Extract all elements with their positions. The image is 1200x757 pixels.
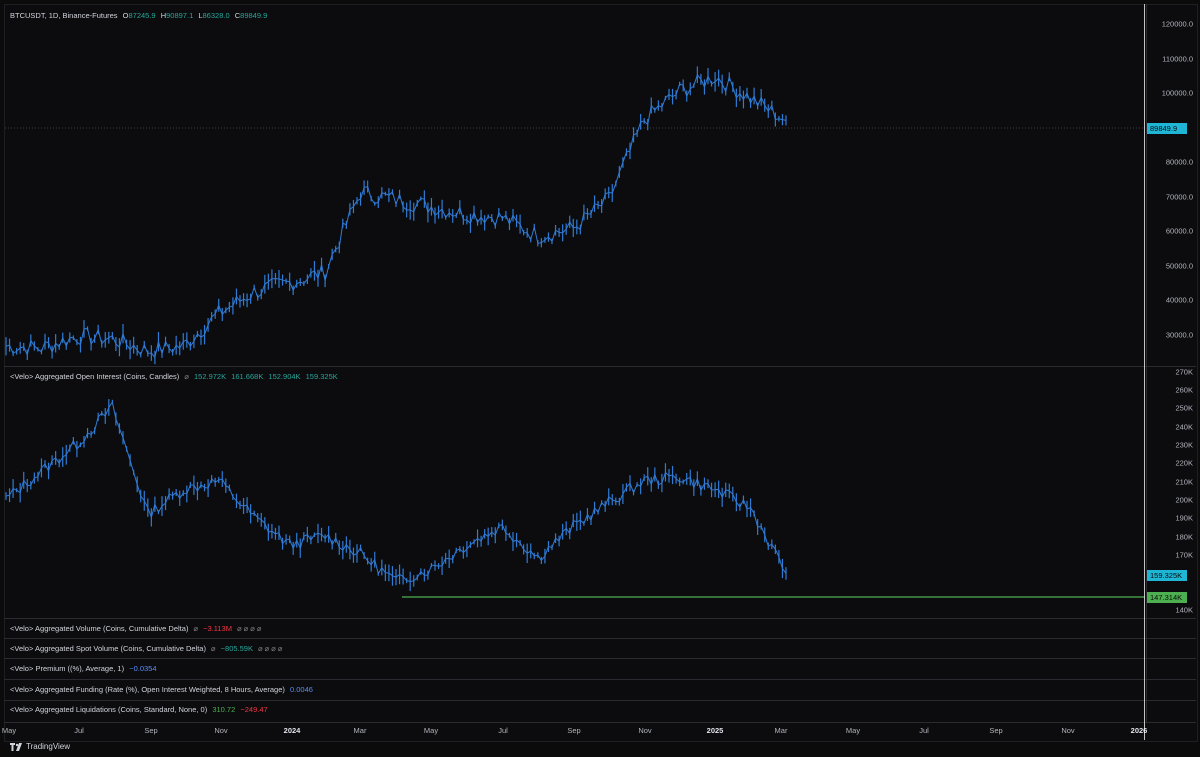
oi-tick: 140K (1175, 605, 1193, 615)
indicator-axis[interactable] (1146, 619, 1197, 722)
oi-title[interactable]: <Velo> Aggregated Open Interest (Coins, … (10, 372, 179, 381)
last-price-badge: 89849.9 (1147, 123, 1187, 134)
time-tick: Jul (498, 726, 508, 735)
series-line (5, 73, 787, 359)
oi-tick: 270K (1175, 367, 1193, 377)
time-tick: Sep (989, 726, 1003, 735)
indicator-value-2: −249.47 (240, 705, 268, 714)
price-series (5, 66, 787, 365)
indicator-trail: ⌀ ⌀ ⌀ ⌀ (258, 644, 283, 653)
price-tick: 110000.0 (1162, 54, 1193, 64)
time-tick: May (423, 726, 439, 735)
price-axis[interactable]: 120000.0 110000.0 100000.0 80000.0 70000… (1146, 4, 1197, 366)
hidden-eye-icon[interactable]: ⌀ (194, 624, 199, 633)
time-tick: Mar (774, 726, 788, 735)
oi-tick: 210K (1175, 477, 1193, 487)
oi-close: 159.325K (305, 372, 338, 381)
hidden-eye-icon[interactable]: ⌀ (211, 644, 216, 653)
series-line (5, 400, 787, 582)
price-tick: 80000.0 (1165, 157, 1193, 167)
indicator-spot-volume: <Velo> Aggregated Spot Volume (Coins, Cu… (10, 644, 285, 653)
time-tick: Sep (144, 726, 158, 735)
oi-high: 161.668K (231, 372, 264, 381)
indicator-title[interactable]: <Velo> Aggregated Liquidations (Coins, S… (10, 705, 207, 714)
time-tick: Nov (638, 726, 652, 735)
pane-separator[interactable] (4, 618, 1196, 619)
close-value: 89849.9 (240, 11, 268, 20)
time-tick: 2025 (706, 726, 724, 735)
price-tick: 50000.0 (1165, 261, 1193, 271)
oi-tick: 260K (1175, 385, 1193, 395)
brand-label: TradingView (26, 742, 71, 751)
time-tick: Jul (74, 726, 84, 735)
pane-separator[interactable] (4, 658, 1196, 659)
time-axis[interactable]: May Jul Sep Nov 2024 Mar May Jul Sep Nov… (1, 722, 1196, 737)
open-value: 87245.9 (128, 11, 156, 20)
indicator-title[interactable]: <Velo> Aggregated Funding (Rate (%), Ope… (10, 685, 285, 694)
indicator-value: −3.113M (203, 624, 232, 633)
price-tick: 120000.0 (1161, 19, 1193, 29)
time-tick: May (845, 726, 861, 735)
time-tick: Nov (1061, 726, 1075, 735)
oi-tick: 170K (1175, 550, 1193, 560)
low-label: L (198, 11, 203, 20)
oi-legend: <Velo> Aggregated Open Interest (Coins, … (10, 372, 341, 381)
oi-tick: 230K (1175, 440, 1193, 450)
pane-separator[interactable] (4, 700, 1196, 701)
open-interest-series (5, 399, 787, 592)
oi-tick: 220K (1175, 458, 1193, 468)
indicator-liquidations: <Velo> Aggregated Liquidations (Coins, S… (10, 705, 271, 714)
time-tick: Mar (353, 726, 367, 735)
pane-separator[interactable] (4, 366, 1196, 367)
indicator-title[interactable]: <Velo> Aggregated Spot Volume (Coins, Cu… (10, 644, 206, 653)
time-tick: May (1, 726, 17, 735)
pane-separator[interactable] (4, 638, 1196, 639)
hidden-eye-icon[interactable]: ⌀ (184, 372, 189, 381)
high-value: 90897.1 (166, 11, 194, 20)
low-value: 86328.0 (202, 11, 230, 20)
oi-tick: 250K (1175, 403, 1193, 413)
indicator-volume: <Velo> Aggregated Volume (Coins, Cumulat… (10, 624, 264, 633)
oi-low: 152.904K (268, 372, 301, 381)
oi-current-badge: 159.325K (1147, 570, 1187, 581)
indicator-title[interactable]: <Velo> Premium ((%), Average, 1) (10, 664, 124, 673)
indicator-value: −0.0354 (129, 664, 157, 673)
price-tick: 30000.0 (1165, 330, 1193, 340)
time-tick: 2024 (283, 726, 301, 735)
time-tick: Jul (919, 726, 929, 735)
price-tick: 100000.0 (1161, 88, 1193, 98)
oi-open: 152.972K (193, 372, 227, 381)
oi-tick: 240K (1175, 422, 1193, 432)
indicator-title[interactable]: <Velo> Aggregated Volume (Coins, Cumulat… (10, 624, 188, 633)
symbol-label[interactable]: BTCUSDT, 1D, Binance-Futures (10, 11, 118, 20)
tradingview-logo-icon (10, 742, 22, 751)
oi-tick: 180K (1175, 532, 1193, 542)
tradingview-brand[interactable]: TradingView (10, 742, 70, 751)
indicator-funding: <Velo> Aggregated Funding (Rate (%), Ope… (10, 685, 316, 694)
indicator-premium: <Velo> Premium ((%), Average, 1) −0.0354 (10, 664, 160, 673)
cursor-vertical-line[interactable] (1144, 4, 1145, 740)
price-tick: 40000.0 (1165, 295, 1193, 305)
pane-separator[interactable] (4, 679, 1196, 680)
price-tick: 70000.0 (1165, 192, 1193, 202)
indicator-trail: ⌀ ⌀ ⌀ ⌀ (237, 624, 262, 633)
main-legend: BTCUSDT, 1D, Binance-Futures O87245.9 H9… (10, 11, 270, 20)
oi-level-badge: 147.314K (1147, 592, 1187, 603)
oi-tick: 200K (1175, 495, 1193, 505)
indicator-value: 0.0046 (289, 685, 313, 694)
oi-tick: 190K (1175, 513, 1193, 523)
price-tick: 60000.0 (1165, 226, 1193, 236)
time-tick: Nov (214, 726, 228, 735)
time-tick: Sep (567, 726, 581, 735)
indicator-value: 310.72 (212, 705, 236, 714)
indicator-value: −805.59K (220, 644, 253, 653)
